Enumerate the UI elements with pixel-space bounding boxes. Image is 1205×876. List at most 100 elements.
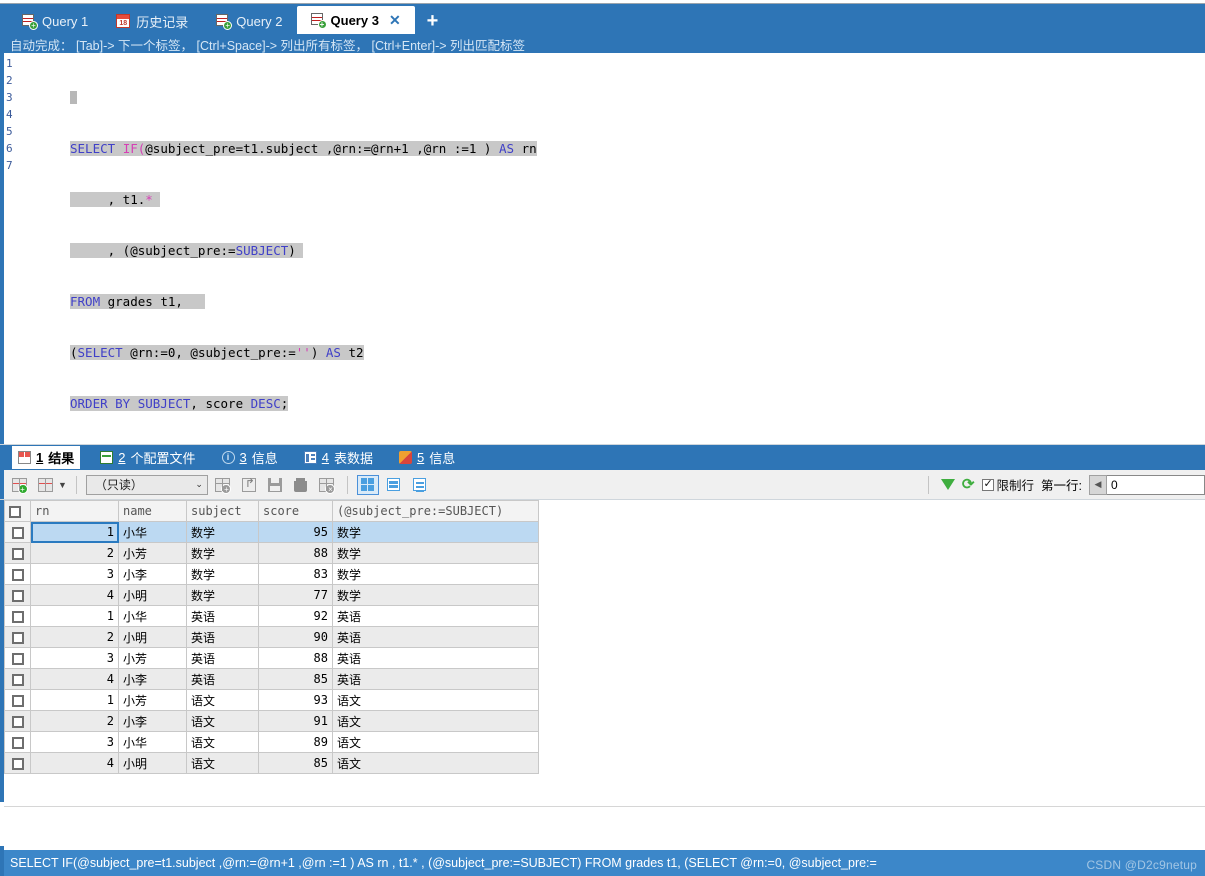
row-select-cell[interactable] xyxy=(4,542,31,564)
table-row[interactable]: 2 小芳 数学 88 数学 xyxy=(4,542,539,564)
table-row[interactable]: 2 小明 英语 90 英语 xyxy=(4,626,539,648)
revert-button[interactable]: × xyxy=(316,474,338,496)
result-tab-profiles[interactable]: 2 个配置文件 xyxy=(94,446,201,469)
cell-expr[interactable]: 语文 xyxy=(332,689,539,711)
column-header-name[interactable]: name xyxy=(118,500,187,522)
cell-name[interactable]: 小明 xyxy=(118,626,187,648)
column-header-expr[interactable]: (@subject_pre:=SUBJECT) xyxy=(332,500,539,522)
cell-subject[interactable]: 语文 xyxy=(186,689,259,711)
limit-rows-checkbox[interactable]: 限制行 xyxy=(981,475,1034,494)
sql-editor[interactable]: 1 2 3 4 5 6 7 SELECT IF(@subject_pre=t1.… xyxy=(0,53,1205,445)
grid-view-button[interactable] xyxy=(356,474,379,495)
cell-expr[interactable]: 数学 xyxy=(332,584,539,606)
table-row[interactable]: 2 小李 语文 91 语文 xyxy=(4,710,539,732)
cell-rn[interactable]: 1 xyxy=(30,689,119,711)
cell-rn[interactable]: 2 xyxy=(30,542,119,564)
delete-button[interactable] xyxy=(290,474,312,496)
cell-name[interactable]: 小华 xyxy=(118,605,187,627)
row-select-cell[interactable] xyxy=(4,521,31,543)
cell-expr[interactable]: 语文 xyxy=(332,752,539,774)
row-select-cell[interactable] xyxy=(4,668,31,690)
row-select-cell[interactable] xyxy=(4,752,31,774)
table-row[interactable]: 4 小李 英语 85 英语 xyxy=(4,668,539,690)
column-header-subject[interactable]: subject xyxy=(186,500,259,522)
stepper-left-button[interactable]: ◀ xyxy=(1089,474,1107,495)
cell-rn[interactable]: 3 xyxy=(30,647,119,669)
tab-query-2[interactable]: + Query 2 xyxy=(202,8,296,34)
table-row[interactable]: 1 小芳 语文 93 语文 xyxy=(4,689,539,711)
cell-name[interactable]: 小芳 xyxy=(118,689,187,711)
chevron-down-icon[interactable]: ▼ xyxy=(58,480,67,490)
save-button[interactable] xyxy=(264,474,286,496)
cell-subject[interactable]: 数学 xyxy=(186,563,259,585)
cell-score[interactable]: 91 xyxy=(258,710,333,732)
cell-subject[interactable]: 英语 xyxy=(186,668,259,690)
row-select-cell[interactable] xyxy=(4,731,31,753)
result-tab-table-data[interactable]: 4 表数据 xyxy=(298,446,379,469)
cell-score[interactable]: 93 xyxy=(258,689,333,711)
row-select-cell[interactable] xyxy=(4,689,31,711)
cell-expr[interactable]: 英语 xyxy=(332,626,539,648)
column-header-score[interactable]: score xyxy=(258,500,333,522)
cell-score[interactable]: 77 xyxy=(258,584,333,606)
cell-score[interactable]: 92 xyxy=(258,605,333,627)
result-grid[interactable]: rn name subject score (@subject_pre:=SUB… xyxy=(0,500,1205,802)
table-row[interactable]: 4 小明 数学 77 数学 xyxy=(4,584,539,606)
form-view-button[interactable] xyxy=(383,475,405,495)
row-select-cell[interactable] xyxy=(4,710,31,732)
cell-rn[interactable]: 1 xyxy=(30,605,119,627)
cell-rn[interactable]: 3 xyxy=(30,731,119,753)
row-select-cell[interactable] xyxy=(4,584,31,606)
table-row[interactable]: 1 小华 数学 95 数学 xyxy=(4,521,539,543)
cell-subject[interactable]: 英语 xyxy=(186,626,259,648)
tab-history[interactable]: 18 历史记录 xyxy=(102,8,202,34)
edit-mode-dropdown[interactable]: （只读） ⌄ xyxy=(85,474,208,495)
cell-subject[interactable]: 数学 xyxy=(186,584,259,606)
cell-expr[interactable]: 语文 xyxy=(332,731,539,753)
cell-expr[interactable]: 数学 xyxy=(332,563,539,585)
cell-name[interactable]: 小李 xyxy=(118,710,187,732)
cell-rn[interactable]: 2 xyxy=(30,710,119,732)
refresh-icon[interactable]: ⟳ xyxy=(962,477,975,492)
cell-rn[interactable]: 4 xyxy=(30,668,119,690)
cell-rn[interactable]: 1 xyxy=(30,521,119,543)
cell-subject[interactable]: 语文 xyxy=(186,731,259,753)
table-row[interactable]: 3 小华 语文 89 语文 xyxy=(4,731,539,753)
cell-subject[interactable]: 语文 xyxy=(186,710,259,732)
row-select-cell[interactable] xyxy=(4,626,31,648)
edit-row-button[interactable]: + xyxy=(8,474,30,496)
export-import-button[interactable] xyxy=(238,474,260,496)
table-row[interactable]: 3 小芳 英语 88 英语 xyxy=(4,647,539,669)
cell-name[interactable]: 小华 xyxy=(118,731,187,753)
column-header-rn[interactable]: rn xyxy=(30,500,119,522)
row-select-cell[interactable] xyxy=(4,647,31,669)
row-select-cell[interactable] xyxy=(4,563,31,585)
result-tab-info-3[interactable]: i 3 信息 xyxy=(216,446,284,469)
close-icon[interactable]: ✕ xyxy=(389,12,401,29)
cell-name[interactable]: 小明 xyxy=(118,584,187,606)
cell-rn[interactable]: 4 xyxy=(30,584,119,606)
cell-score[interactable]: 89 xyxy=(258,731,333,753)
cell-name[interactable]: 小芳 xyxy=(118,542,187,564)
cell-rn[interactable]: 4 xyxy=(30,752,119,774)
filter-funnel-icon[interactable] xyxy=(940,479,955,505)
cell-name[interactable]: 小李 xyxy=(118,563,187,585)
cell-name[interactable]: 小华 xyxy=(118,521,187,543)
cell-name[interactable]: 小芳 xyxy=(118,647,187,669)
field-view-button[interactable] xyxy=(409,475,431,495)
cell-score[interactable]: 88 xyxy=(258,542,333,564)
cell-subject[interactable]: 英语 xyxy=(186,647,259,669)
cell-rn[interactable]: 3 xyxy=(30,563,119,585)
cell-score[interactable]: 90 xyxy=(258,626,333,648)
cell-expr[interactable]: 数学 xyxy=(332,521,539,543)
cell-name[interactable]: 小明 xyxy=(118,752,187,774)
tab-query-3[interactable]: + Query 3 ✕ xyxy=(296,6,415,34)
cell-score[interactable]: 88 xyxy=(258,647,333,669)
new-tab-button[interactable]: + xyxy=(415,8,451,34)
table-row[interactable]: 1 小华 英语 92 英语 xyxy=(4,605,539,627)
cell-expr[interactable]: 语文 xyxy=(332,710,539,732)
row-select-cell[interactable] xyxy=(4,605,31,627)
cell-score[interactable]: 85 xyxy=(258,752,333,774)
cell-score[interactable]: 85 xyxy=(258,668,333,690)
insert-row-button[interactable]: + xyxy=(212,474,234,496)
